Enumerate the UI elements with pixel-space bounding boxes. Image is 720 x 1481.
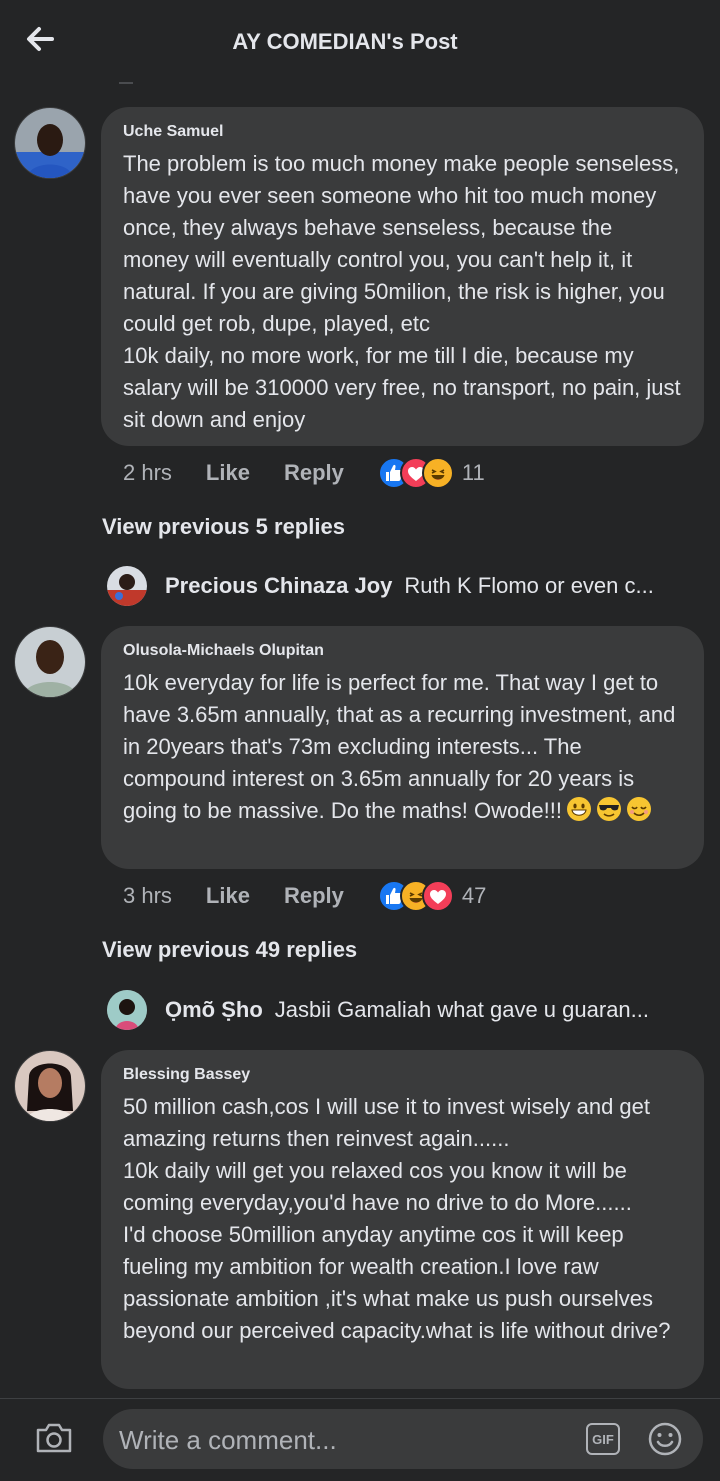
gif-button[interactable]: GIF bbox=[586, 1423, 620, 1455]
relieved-face-emoji-icon bbox=[627, 797, 652, 821]
reply-preview[interactable]: Ọmõ Ṣho Jasbii Gamaliah what gave u guar… bbox=[107, 990, 697, 1030]
comment-actions: 2 hrs Like Reply 11 bbox=[123, 453, 485, 493]
reply-avatar bbox=[107, 566, 147, 606]
view-previous-replies[interactable]: View previous 5 replies bbox=[102, 514, 345, 540]
reply-author: Ọmõ Ṣho bbox=[165, 997, 263, 1022]
reply-preview[interactable]: Precious Chinaza Joy Ruth K Flomo or eve… bbox=[107, 566, 697, 606]
emoji-button[interactable] bbox=[647, 1421, 683, 1457]
reaction-summary[interactable] bbox=[377, 457, 454, 489]
comment-text: 50 million cash,cos I will use it to inv… bbox=[123, 1094, 671, 1343]
view-previous-replies[interactable]: View previous 49 replies bbox=[102, 937, 357, 963]
avatar-image bbox=[15, 627, 85, 697]
comment-text-body: 10k everyday for life is perfect for me.… bbox=[123, 670, 676, 823]
comment-bubble[interactable]: Uche Samuel The problem is too much mone… bbox=[101, 107, 704, 446]
like-button[interactable]: Like bbox=[206, 883, 250, 909]
top-bar: AY COMEDIAN's Post bbox=[0, 0, 720, 84]
like-button[interactable]: Like bbox=[206, 460, 250, 486]
avatar-image bbox=[15, 108, 85, 178]
comment-author[interactable]: Uche Samuel bbox=[123, 122, 682, 142]
camera-icon bbox=[36, 1423, 72, 1453]
camera-button[interactable] bbox=[34, 1421, 74, 1455]
reaction-count[interactable]: 47 bbox=[462, 883, 486, 909]
comment-field[interactable]: GIF bbox=[103, 1409, 703, 1469]
reply-text: Jasbii Gamaliah what gave u guaran... bbox=[274, 997, 649, 1022]
avatar-uche-samuel[interactable] bbox=[14, 107, 86, 179]
comment-bubble[interactable]: Olusola-Michaels Olupitan 10k everyday f… bbox=[101, 626, 704, 869]
haha-reaction-icon bbox=[421, 457, 454, 489]
love-reaction-icon bbox=[421, 880, 454, 912]
comment-actions: 3 hrs Like Reply 47 bbox=[123, 876, 486, 916]
comment-author[interactable]: Blessing Bassey bbox=[123, 1065, 682, 1085]
comment-input[interactable] bbox=[117, 1417, 561, 1463]
reply-avatar bbox=[107, 990, 147, 1030]
avatar-olusola-michaels-olupitan[interactable] bbox=[14, 626, 86, 698]
comment-bubble[interactable]: Blessing Bassey 50 million cash,cos I wi… bbox=[101, 1050, 704, 1389]
comment-text: The problem is too much money make peopl… bbox=[123, 151, 681, 432]
comment-text: 10k everyday for life is perfect for me.… bbox=[123, 667, 682, 827]
sunglasses-face-emoji-icon bbox=[597, 797, 622, 821]
comment-time[interactable]: 3 hrs bbox=[123, 883, 172, 909]
comment-author[interactable]: Olusola-Michaels Olupitan bbox=[123, 641, 682, 661]
comment-composer: GIF bbox=[0, 1398, 720, 1481]
reply-author: Precious Chinaza Joy bbox=[165, 573, 393, 598]
page-title: AY COMEDIAN's Post bbox=[232, 29, 458, 54]
reaction-summary[interactable] bbox=[377, 880, 454, 912]
reply-text: Ruth K Flomo or even c... bbox=[404, 573, 654, 598]
comment-time[interactable]: 2 hrs bbox=[123, 460, 172, 486]
scroll-divider bbox=[119, 82, 133, 84]
reaction-count[interactable]: 11 bbox=[462, 460, 485, 486]
grinning-face-emoji-icon bbox=[567, 797, 592, 821]
avatar-image bbox=[15, 1051, 85, 1121]
avatar-blessing-bassey[interactable] bbox=[14, 1050, 86, 1122]
reply-button[interactable]: Reply bbox=[284, 460, 344, 486]
reply-button[interactable]: Reply bbox=[284, 883, 344, 909]
smiley-icon bbox=[648, 1422, 682, 1456]
